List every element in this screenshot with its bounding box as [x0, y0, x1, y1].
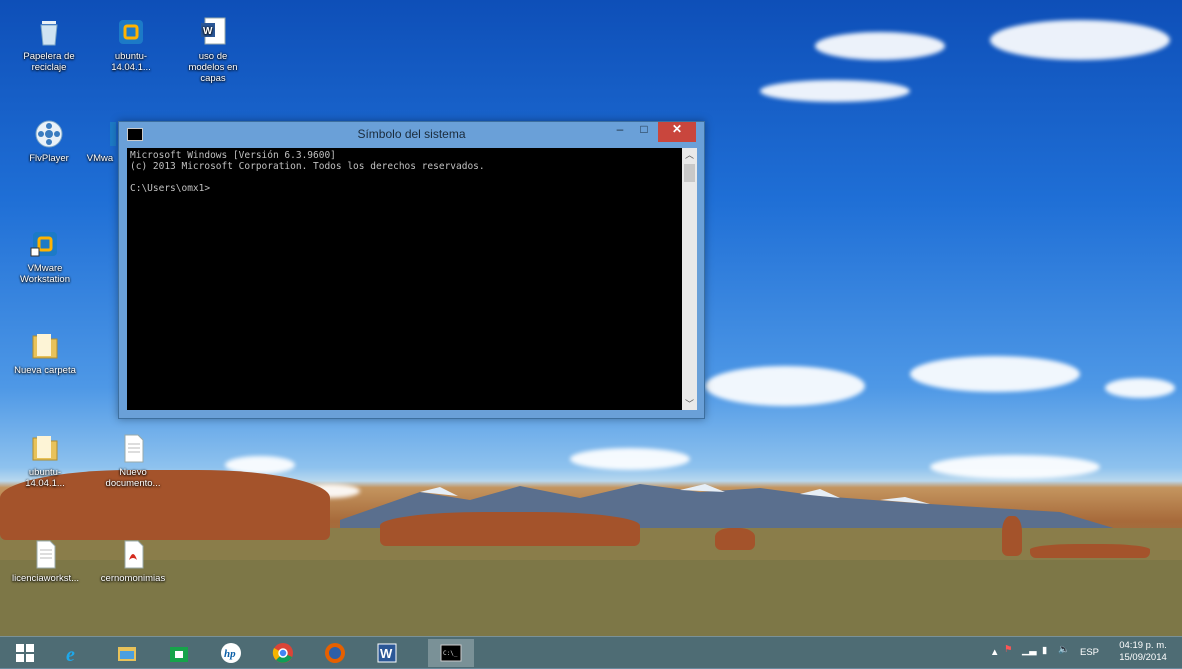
- word-icon: W: [377, 643, 397, 663]
- scroll-down-icon[interactable]: ﹀: [682, 397, 697, 410]
- folder-icon: [29, 330, 61, 362]
- network-signal-icon[interactable]: ▁▃: [1022, 645, 1037, 656]
- desktop-icon-nuevo-documento[interactable]: Nuevo documento...: [100, 432, 166, 489]
- svg-text:e: e: [66, 644, 75, 664]
- clock-time: 04:19 p. m.: [1119, 640, 1167, 651]
- system-tray: ▲ ⚑ ▁▃ ▮ 🔈 ESP: [990, 637, 1100, 669]
- recycle-bin-icon: [33, 16, 65, 48]
- vertical-scrollbar[interactable]: ︿ ﹀: [682, 148, 697, 410]
- maximize-button[interactable]: □: [632, 122, 656, 142]
- scroll-up-icon[interactable]: ︿: [682, 148, 697, 161]
- desktop-icon-label: uso de modelos en capas: [188, 51, 238, 84]
- console-line: (c) 2013 Microsoft Corporation. Todos lo…: [130, 161, 485, 172]
- action-center-icon[interactable]: ⚑: [1004, 644, 1013, 655]
- command-prompt-window[interactable]: Símbolo del sistema – □ ✕ Microsoft Wind…: [118, 121, 705, 419]
- language-indicator[interactable]: ESP: [1080, 647, 1099, 658]
- firefox-icon: [325, 643, 345, 663]
- taskbar-firefox[interactable]: [312, 639, 358, 667]
- desktop-icon-vmwa[interactable]: VMwa: [80, 118, 120, 164]
- taskbar-clock[interactable]: 04:19 p. m. 15/09/2014: [1108, 640, 1178, 664]
- vmware-vm-icon: [115, 16, 147, 48]
- taskbar-internet-explorer[interactable]: e: [52, 639, 98, 667]
- desktop-icon-label: Papelera de reciclaje: [23, 51, 75, 73]
- show-hidden-icons-icon[interactable]: ▲: [990, 647, 999, 658]
- svg-text:hp: hp: [224, 648, 236, 660]
- scrollbar-thumb[interactable]: [684, 164, 695, 182]
- taskbar: e hp W C:\_ ▲ ⚑ ▁▃ ▮ 🔈 ESP 04:19 p. m. 1…: [0, 636, 1182, 669]
- desktop-icon-label: VMwa: [86, 153, 114, 164]
- desktop-icon-uso-modelos[interactable]: W uso de modelos en capas: [180, 16, 246, 84]
- hp-icon: hp: [221, 643, 241, 663]
- desktop-icon-flvplayer[interactable]: FlvPlayer: [16, 118, 82, 164]
- desktop-icon-label: Nueva carpeta: [14, 365, 76, 376]
- desktop-icon-label: VMware Workstation: [20, 263, 70, 285]
- window-titlebar[interactable]: Símbolo del sistema – □ ✕: [119, 122, 704, 146]
- text-document-icon: [117, 432, 149, 464]
- desktop-icon-label: FlvPlayer: [29, 153, 69, 164]
- taskbar-start-button[interactable]: [2, 639, 48, 667]
- desktop-icon-ubuntu-folder[interactable]: ubuntu-14.04.1...: [12, 432, 78, 489]
- taskbar-command-prompt[interactable]: C:\_: [428, 639, 474, 667]
- folder-icon: [29, 432, 61, 464]
- desktop-icon-cernomonimias[interactable]: cernomonimias: [100, 538, 166, 584]
- desktop-icon-ubuntu-vm[interactable]: ubuntu-14.04.1...: [98, 16, 164, 73]
- desktop-icon-label: ubuntu-14.04.1...: [111, 51, 151, 73]
- svg-text:W: W: [380, 646, 393, 661]
- console-output[interactable]: Microsoft Windows [Versión 6.3.9600] (c)…: [127, 148, 682, 410]
- svg-text:C:\_: C:\_: [443, 650, 458, 657]
- desktop-icon-label: ubuntu-14.04.1...: [25, 467, 65, 489]
- wallpaper-rock: [380, 512, 640, 546]
- desktop-icon-nueva-carpeta[interactable]: Nueva carpeta: [12, 330, 78, 376]
- desktop-icon-label: cernomonimias: [100, 573, 166, 584]
- vmware-workstation-icon: [29, 228, 61, 260]
- svg-text:W: W: [203, 26, 213, 37]
- word-document-icon: W: [197, 16, 229, 48]
- windows-start-icon: [16, 644, 34, 662]
- taskbar-store[interactable]: [156, 639, 202, 667]
- taskbar-chrome[interactable]: [260, 639, 306, 667]
- console-prompt: C:\Users\omx1>: [130, 183, 211, 194]
- file-explorer-icon: [118, 647, 136, 661]
- wallpaper-rock: [1002, 516, 1022, 556]
- flv-player-icon: [33, 118, 65, 150]
- battery-icon[interactable]: ▮: [1042, 645, 1047, 656]
- clock-date: 15/09/2014: [1119, 652, 1167, 663]
- desktop-icon-recycle-bin[interactable]: Papelera de reciclaje: [16, 16, 82, 73]
- minimize-button[interactable]: –: [608, 122, 632, 142]
- desktop-icon-vmware-workstation[interactable]: VMware Workstation: [12, 228, 78, 285]
- wallpaper-rock: [1030, 544, 1150, 558]
- internet-explorer-icon: e: [66, 644, 75, 664]
- pdf-document-icon: [117, 538, 149, 570]
- text-document-icon: [29, 538, 61, 570]
- desktop-icon-licencia[interactable]: licenciaworkst...: [12, 538, 80, 584]
- command-prompt-icon: C:\_: [440, 644, 462, 662]
- desktop-icon-label: Nuevo documento...: [105, 467, 161, 489]
- windows-store-icon: [170, 647, 188, 662]
- taskbar-file-explorer[interactable]: [104, 639, 150, 667]
- desktop-icon-label: licenciaworkst...: [12, 573, 80, 584]
- console-line: Microsoft Windows [Versión 6.3.9600]: [130, 150, 336, 161]
- vmware-icon: [84, 118, 116, 150]
- taskbar-hp[interactable]: hp: [208, 639, 254, 667]
- chrome-icon: [272, 643, 293, 663]
- volume-icon[interactable]: 🔈: [1058, 644, 1070, 655]
- taskbar-word[interactable]: W: [364, 639, 410, 667]
- close-button[interactable]: ✕: [658, 122, 696, 142]
- wallpaper-rock: [715, 528, 755, 550]
